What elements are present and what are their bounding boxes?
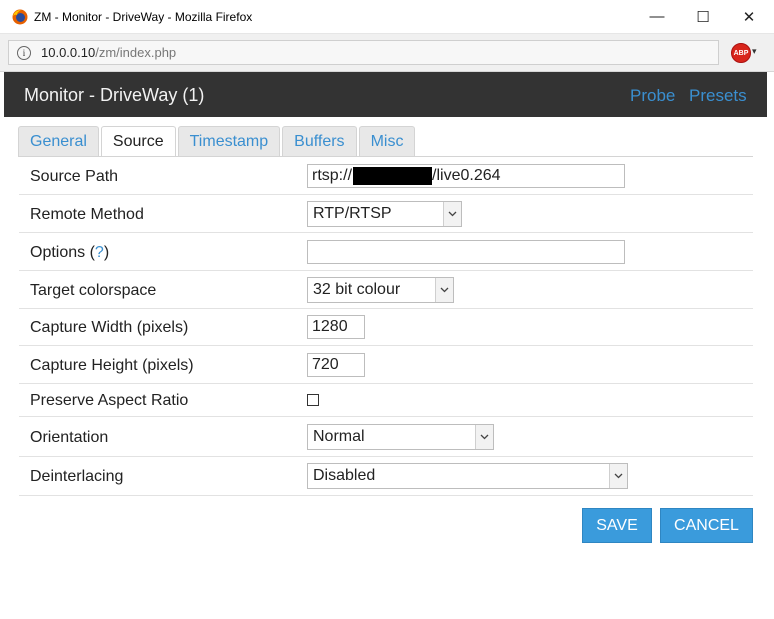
modal-title: Monitor - DriveWay (1) <box>24 85 205 105</box>
minimize-button[interactable]: — <box>634 0 680 33</box>
page-right-edge <box>767 72 774 619</box>
label-options-text: Options ( <box>30 244 95 261</box>
url-host: 10.0.0.10 <box>41 45 96 60</box>
label-target-colorspace: Target colorspace <box>30 282 157 299</box>
row-orientation: Orientation Normal <box>19 417 753 457</box>
remote-method-select[interactable]: RTP/RTSP <box>307 201 462 227</box>
orientation-select[interactable]: Normal <box>307 424 494 450</box>
capture-height-value: 720 <box>312 356 339 373</box>
chevron-down-icon <box>475 425 493 449</box>
label-preserve-aspect: Preserve Aspect Ratio <box>30 392 189 409</box>
tab-timestamp[interactable]: Timestamp <box>177 126 281 156</box>
tab-misc[interactable]: Misc <box>358 126 416 156</box>
url-path: /zm/index.php <box>95 45 177 60</box>
tab-buffers[interactable]: Buffers <box>282 126 357 156</box>
window-title: ZM - Monitor - DriveWay - Mozilla Firefo… <box>34 10 253 24</box>
label-orientation: Orientation <box>30 429 109 446</box>
capture-height-input[interactable]: 720 <box>307 353 365 377</box>
row-capture-width: Capture Width (pixels) 1280 <box>19 309 753 346</box>
adblock-icon[interactable]: ABP <box>731 43 751 63</box>
row-target-colorspace: Target colorspace 32 bit colour <box>19 271 753 309</box>
row-capture-height: Capture Height (pixels) 720 <box>19 346 753 384</box>
deinterlacing-select[interactable]: Disabled <box>307 463 628 489</box>
orientation-value: Normal <box>313 428 365 445</box>
preserve-aspect-checkbox[interactable] <box>307 394 319 406</box>
adblock-dropdown-icon[interactable]: ▾ <box>752 46 757 57</box>
modal-header: Monitor - DriveWay (1) Probe Presets <box>4 72 767 117</box>
source-path-suffix: /live0.264 <box>432 167 501 184</box>
modal-body: General Source Timestamp Buffers Misc So… <box>4 117 767 619</box>
chevron-down-icon <box>435 278 453 302</box>
browser-toolbar: i 10.0.0.10/zm/index.php <box>0 34 774 72</box>
options-help-link[interactable]: ? <box>95 244 104 261</box>
window-titlebar: ZM - Monitor - DriveWay - Mozilla Firefo… <box>0 0 774 34</box>
url-bar[interactable]: i 10.0.0.10/zm/index.php <box>8 40 719 65</box>
probe-link[interactable]: Probe <box>630 86 675 106</box>
label-remote-method: Remote Method <box>30 206 144 223</box>
capture-width-value: 1280 <box>312 318 348 335</box>
url-text: 10.0.0.10/zm/index.php <box>41 45 176 60</box>
options-input[interactable] <box>307 240 625 264</box>
label-options: Options (?) <box>30 244 109 262</box>
info-icon[interactable]: i <box>17 45 31 60</box>
label-source-path: Source Path <box>30 168 119 185</box>
tab-general[interactable]: General <box>18 126 99 156</box>
source-path-input[interactable]: rtsp:// /live0.264 <box>307 164 625 188</box>
label-deinterlacing: Deinterlacing <box>30 468 124 485</box>
source-path-prefix: rtsp:// <box>312 167 353 184</box>
source-form: Source Path rtsp:// /live0.264 Remote Met… <box>19 157 753 496</box>
cancel-button[interactable]: CANCEL <box>660 508 753 543</box>
presets-link[interactable]: Presets <box>689 86 747 106</box>
row-preserve-aspect: Preserve Aspect Ratio <box>19 384 753 417</box>
close-window-button[interactable]: ✕ <box>726 0 772 33</box>
label-capture-height: Capture Height (pixels) <box>30 357 194 374</box>
row-deinterlacing: Deinterlacing Disabled <box>19 457 753 496</box>
target-colorspace-select[interactable]: 32 bit colour <box>307 277 454 303</box>
label-capture-width: Capture Width (pixels) <box>30 319 189 336</box>
maximize-button[interactable]: ☐ <box>680 0 726 33</box>
chevron-down-icon <box>443 202 461 226</box>
label-options-close: ) <box>103 244 110 261</box>
deinterlacing-value: Disabled <box>313 467 376 484</box>
capture-width-input[interactable]: 1280 <box>307 315 365 339</box>
redacted-block <box>353 167 433 185</box>
tab-bar: General Source Timestamp Buffers Misc <box>18 126 417 157</box>
row-remote-method: Remote Method RTP/RTSP <box>19 195 753 233</box>
firefox-icon <box>12 9 28 25</box>
chevron-down-icon <box>609 464 627 488</box>
remote-method-value: RTP/RTSP <box>313 205 392 222</box>
target-colorspace-value: 32 bit colour <box>313 281 401 298</box>
row-source-path: Source Path rtsp:// /live0.264 <box>19 157 753 195</box>
tab-source[interactable]: Source <box>100 126 176 157</box>
save-button[interactable]: SAVE <box>582 508 652 543</box>
row-options: Options (?) <box>19 233 753 271</box>
